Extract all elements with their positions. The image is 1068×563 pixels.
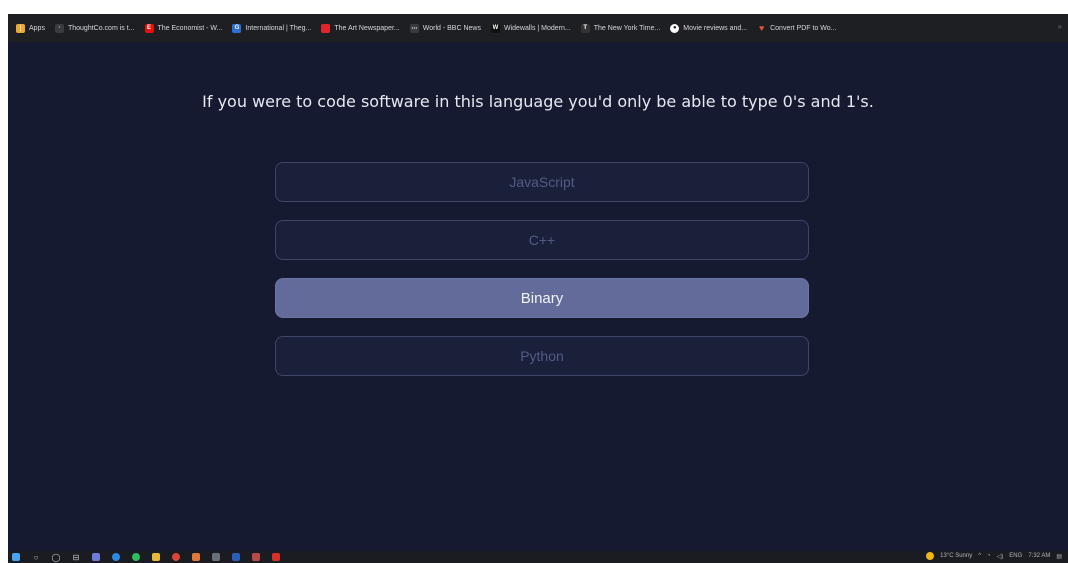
bookmarks-overflow-icon[interactable]: » [1058, 22, 1062, 31]
screen: ⋮ Apps · ThoughtCo.com is t... E The Eco… [0, 0, 1068, 563]
bookmark-label: The Art Newspaper... [334, 24, 400, 32]
art-newspaper-icon [321, 23, 331, 33]
bookmark-label: ThoughtCo.com is t... [67, 24, 135, 32]
bookmark-label: World - BBC News [422, 24, 481, 32]
bookmark-art-newspaper[interactable]: The Art Newspaper... [321, 23, 400, 33]
answer-label: JavaScript [509, 174, 575, 190]
answer-option-binary[interactable]: Binary [275, 278, 809, 318]
bbc-icon: ⋯ [409, 23, 419, 33]
answer-label: Binary [520, 289, 564, 307]
answer-option-python[interactable]: Python [275, 336, 809, 376]
chrome-icon[interactable] [172, 553, 180, 561]
bookmark-economist[interactable]: E The Economist - W... [144, 23, 223, 33]
weather-text[interactable]: 13°C Sunny [940, 553, 972, 559]
apps-grid-icon: ⋮ [16, 23, 25, 33]
guardian-icon: G [232, 23, 242, 33]
bookmark-apps[interactable]: ⋮ Apps [16, 23, 45, 33]
chevron-up-icon[interactable]: ^ [978, 553, 981, 559]
bookmark-bbc[interactable]: ⋯ World - BBC News [409, 23, 481, 33]
bookmark-label: Widewalls | Modern... [503, 24, 571, 32]
answer-option-javascript[interactable]: JavaScript [275, 162, 809, 202]
bookmark-thoughtco[interactable]: · ThoughtCo.com is t... [54, 23, 135, 33]
spotify-icon[interactable] [132, 553, 140, 561]
widewalls-icon: W [490, 23, 500, 33]
edge-icon[interactable] [112, 553, 120, 561]
calculator-icon[interactable] [212, 553, 220, 561]
bookmark-widewalls[interactable]: W Widewalls | Modern... [490, 23, 571, 33]
answer-label: Python [520, 348, 564, 364]
movie-reviews-icon: ● [670, 23, 680, 33]
bookmarks-bar: ⋮ Apps · ThoughtCo.com is t... E The Eco… [8, 14, 1068, 42]
answer-label: C++ [528, 232, 556, 248]
mail-icon[interactable] [92, 553, 100, 561]
taskbar: ○ ◯ ⊟ 13°C Sunny ^ ◔ ◁) ENG 7:32 AM ▤ [8, 551, 1068, 563]
bookmark-label: The Economist - W... [157, 24, 223, 32]
volume-icon[interactable]: ◁) [997, 553, 1004, 560]
language-indicator[interactable]: ENG [1009, 553, 1022, 559]
taskbar-apps: ○ ◯ ⊟ [12, 553, 292, 562]
quiz-panel: If you were to code software in this lan… [8, 42, 1068, 551]
notifications-icon[interactable]: ▤ [1056, 553, 1062, 560]
question-text: If you were to code software in this lan… [202, 92, 874, 111]
thoughtco-icon: · [54, 23, 64, 33]
word-icon[interactable] [232, 553, 240, 561]
bookmark-label: International | Theg... [245, 24, 312, 32]
bookmark-label: The New York Time... [593, 24, 661, 32]
cortana-icon[interactable]: ◯ [52, 553, 61, 562]
sun-icon [926, 552, 935, 560]
bookmark-pdf-convert[interactable]: ♥ Convert PDF to Wo... [757, 23, 837, 33]
bookmark-label: Apps [29, 24, 45, 32]
bookmark-label: Convert PDF to Wo... [770, 24, 837, 32]
bookmark-nytimes[interactable]: T The New York Time... [580, 23, 661, 33]
paint-icon[interactable] [192, 553, 200, 561]
clock-time[interactable]: 7:32 AM [1028, 553, 1050, 559]
task-view-icon[interactable]: ⊟ [72, 553, 80, 562]
bookmark-label: Movie reviews and... [683, 24, 748, 32]
search-icon[interactable]: ○ [32, 553, 40, 562]
file-explorer-icon[interactable] [152, 553, 160, 561]
media-icon[interactable] [252, 553, 260, 561]
answer-option-cpp[interactable]: C++ [275, 220, 809, 260]
acrobat-icon[interactable] [272, 553, 280, 561]
network-icon[interactable]: ◔ [987, 553, 991, 559]
pdf-convert-icon: ♥ [758, 23, 765, 33]
bookmark-movie-reviews[interactable]: ● Movie reviews and... [670, 23, 748, 33]
system-tray: 13°C Sunny ^ ◔ ◁) ENG 7:32 AM ▤ [920, 552, 1062, 560]
bookmark-guardian[interactable]: G International | Theg... [232, 23, 312, 33]
windows-start-icon[interactable] [12, 553, 20, 561]
economist-icon: E [144, 23, 154, 33]
nytimes-icon: T [580, 23, 590, 33]
